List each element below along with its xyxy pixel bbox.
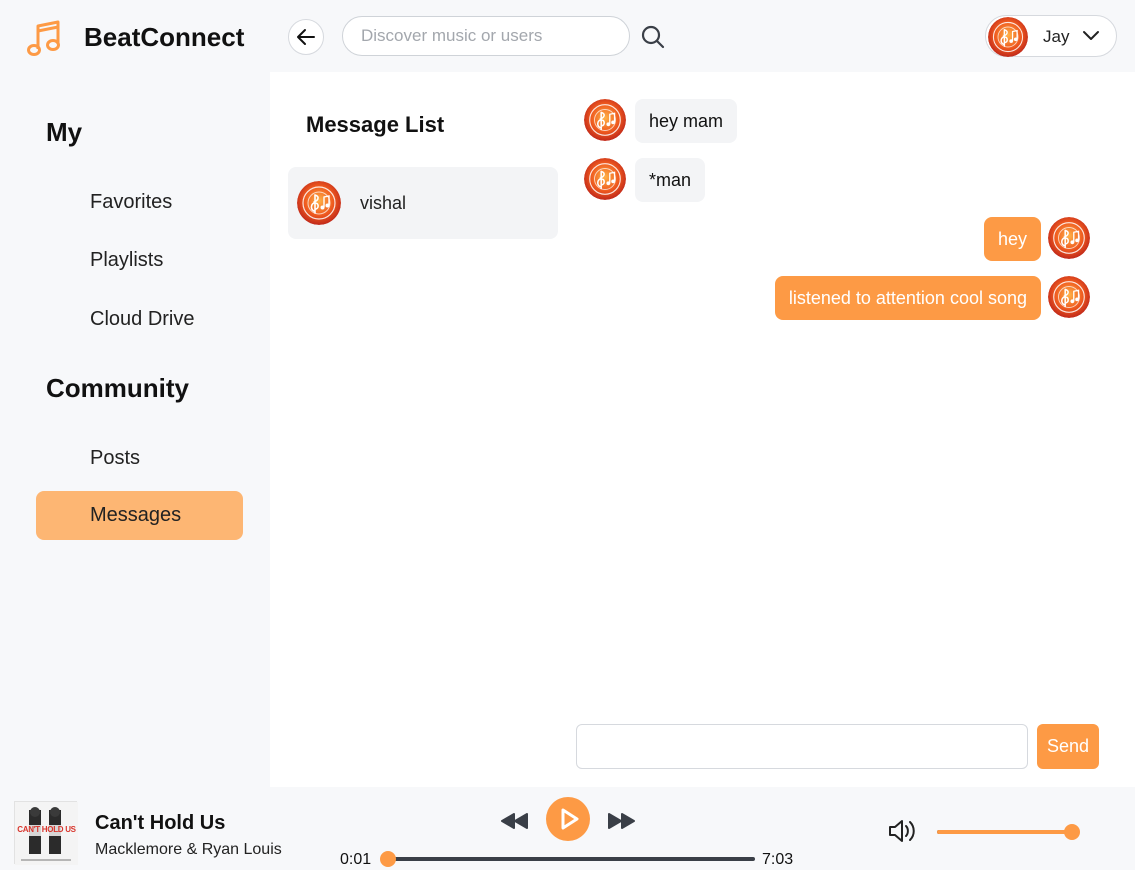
avatar [584,158,626,200]
conversation-name: vishal [360,193,407,213]
sidebar-item-cloud-drive[interactable]: Cloud Drive [36,295,243,344]
message-list-title: Message List [306,112,445,137]
section-title-community: Community [46,373,189,403]
message-bubble: hey mam [635,99,738,143]
current-time: 0:01 [340,851,372,868]
message-row-incoming: hey mam [584,99,764,143]
sidebar-item-label: Cloud Drive [90,308,195,330]
message-row-incoming: *man [584,158,764,202]
volume-fill [937,830,1072,834]
sidebar-item-label: Posts [90,447,141,469]
search-icon[interactable] [640,24,666,50]
chevron-down-icon [1083,31,1099,40]
conversation-item[interactable]: vishal [288,167,558,239]
user-menu[interactable]: Jay [985,15,1117,57]
avatar [1048,276,1090,318]
play-icon [561,808,579,830]
sidebar-item-label: Messages [90,504,182,526]
message-bubble: *man [635,158,706,202]
message-bubble: listened to attention cool song [774,276,1041,320]
rewind-icon[interactable] [500,812,530,830]
message-bubble: hey [983,217,1041,261]
message-row-outgoing: listened to attention cool song [690,276,1090,320]
section-title-my: My [46,117,83,147]
user-name: Jay [1043,27,1070,46]
sidebar-item-label: Playlists [90,249,164,271]
progress-slider[interactable] [379,851,755,867]
back-button[interactable] [288,19,324,55]
fast-forward-icon[interactable] [606,812,636,830]
total-time: 7:03 [762,851,794,868]
play-button[interactable] [546,797,590,841]
music-note-icon [27,20,60,56]
brand-name[interactable]: BeatConnect [84,22,244,53]
message-input[interactable] [576,724,1028,769]
album-art-title: CAN'T HOLD US [17,825,76,834]
top-bar: BeatConnect Jay [0,0,1135,72]
sidebar: My Favorites Playlists Cloud Drive Commu… [0,72,270,787]
volume-thumb[interactable] [1064,824,1080,840]
messages-panel: Message List vishal hey mam *man hey lis… [270,72,1135,787]
track-artist[interactable]: Macklemore & Ryan Louis [95,841,282,859]
message-row-outgoing: hey [770,217,1090,261]
avatar [1048,217,1090,259]
sidebar-item-playlists[interactable]: Playlists [36,236,243,285]
music-player: CAN'T HOLD US Can't Hold Us Macklemore &… [0,787,1135,870]
avatar [988,17,1028,57]
avatar [584,99,626,141]
progress-thumb[interactable] [379,851,396,867]
search-input[interactable] [342,16,630,56]
sidebar-item-label: Favorites [90,191,173,213]
album-art[interactable]: CAN'T HOLD US [14,801,78,865]
arrow-left-icon [297,29,315,45]
sidebar-item-favorites[interactable]: Favorites [36,178,243,227]
send-button[interactable]: Send [1037,724,1099,769]
avatar [297,181,341,225]
sidebar-item-posts[interactable]: Posts [36,434,243,483]
volume-icon[interactable] [887,817,917,845]
volume-slider[interactable] [937,824,1080,840]
sidebar-item-messages[interactable]: Messages [36,491,243,540]
track-title[interactable]: Can't Hold Us [95,812,225,835]
